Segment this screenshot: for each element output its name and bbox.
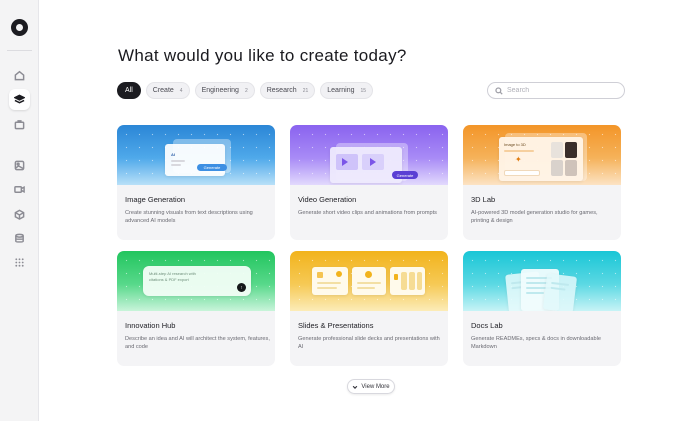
filter-chip-create[interactable]: Create 4	[145, 82, 190, 99]
logo-icon[interactable]	[11, 19, 28, 36]
banner-mockup	[330, 147, 402, 183]
card-description: Create stunning visuals from text descri…	[125, 210, 253, 224]
card-title: 3D Lab	[471, 195, 496, 204]
card-banner	[463, 251, 621, 311]
filter-chip-count: 21	[302, 87, 309, 94]
banner-text: AI	[171, 152, 175, 157]
card-docs-lab[interactable]: Docs Lab Generate READMEs, specs & docs …	[463, 251, 621, 366]
search-icon	[495, 86, 503, 95]
search-input[interactable]	[507, 87, 617, 94]
card-description: Generate short video clips and animation…	[298, 210, 437, 216]
page-title: What would you like to create today?	[118, 46, 407, 65]
slide-thumbnail	[352, 267, 386, 295]
view-more-button[interactable]: View More	[347, 379, 395, 394]
card-banner	[290, 251, 448, 311]
slide-thumbnail	[312, 267, 348, 295]
card-banner: Image to 3D ✦	[463, 125, 621, 185]
card-title: Innovation Hub	[125, 321, 176, 330]
filter-chip-label: Research	[266, 87, 297, 94]
card-title: Slides & Presentations	[298, 321, 374, 330]
card-banner: Multi-step AI research with citations & …	[117, 251, 275, 311]
filter-chip-count: 15	[360, 87, 367, 94]
view-more-label: View More	[361, 383, 390, 390]
card-3d-lab[interactable]: Image to 3D ✦ 3D Lab AI-powered 3D model…	[463, 125, 621, 240]
document-page	[542, 273, 578, 311]
card-image-generation[interactable]: AI Generate Image Generation Create stun…	[117, 125, 275, 240]
filter-chip-label: All	[125, 87, 133, 94]
filter-chip-label: Create	[152, 87, 174, 94]
banner-mockup: Image to 3D ✦	[499, 137, 583, 181]
search-box[interactable]	[487, 82, 625, 99]
filter-chip-count: 2	[244, 87, 248, 94]
home-icon[interactable]	[9, 65, 30, 86]
card-description: Generate READMEs, specs & docs in downlo…	[471, 336, 601, 350]
card-title: Docs Lab	[471, 321, 503, 330]
card-innovation-hub[interactable]: Multi-step AI research with citations & …	[117, 251, 275, 366]
cube-icon[interactable]	[9, 204, 30, 225]
card-video-generation[interactable]: Generate Video Generation Generate short…	[290, 125, 448, 240]
filter-chip-label: Learning	[327, 87, 355, 94]
banner-mockup: Multi-step AI research with citations & …	[143, 266, 251, 296]
filter-chips: All Create 4 Engineering 2 Research 21 L…	[117, 82, 374, 99]
filter-chip-all[interactable]: All	[117, 82, 141, 99]
card-description: AI-powered 3D model generation studio fo…	[471, 210, 598, 224]
video-icon[interactable]	[9, 179, 30, 200]
briefcase-icon[interactable]	[9, 114, 30, 135]
filter-chip-research[interactable]: Research 21	[259, 82, 316, 99]
banner-text: Image to 3D	[504, 142, 526, 147]
card-description: Generate professional slide decks and pr…	[298, 336, 440, 350]
slide-thumbnail	[390, 267, 425, 295]
sidebar	[0, 0, 39, 421]
card-banner: Generate	[290, 125, 448, 185]
grid-icon[interactable]	[9, 252, 30, 273]
database-icon[interactable]	[9, 228, 30, 249]
banner-mockup: AI	[165, 144, 225, 176]
banner-text: Multi-step AI research with citations & …	[149, 271, 196, 282]
filter-chip-engineering[interactable]: Engineering 2	[194, 82, 255, 99]
card-slides-presentations[interactable]: Slides & Presentations Generate professi…	[290, 251, 448, 366]
sidebar-divider	[7, 50, 32, 51]
generate-badge: Generate	[392, 171, 418, 179]
filter-chip-count: 4	[179, 87, 183, 94]
chevron-down-icon	[353, 385, 358, 389]
main-content: What would you like to create today? All…	[39, 0, 700, 421]
card-title: Video Generation	[298, 195, 357, 204]
generate-badge: Generate	[197, 164, 227, 171]
card-title: Image Generation	[125, 195, 186, 204]
filter-chip-learning[interactable]: Learning 15	[320, 82, 374, 99]
card-description: Describe an idea and AI will architect t…	[125, 336, 270, 350]
filter-chip-label: Engineering	[201, 87, 239, 94]
image-icon[interactable]	[9, 155, 30, 176]
layers-icon[interactable]	[9, 89, 30, 110]
card-banner: AI Generate	[117, 125, 275, 185]
